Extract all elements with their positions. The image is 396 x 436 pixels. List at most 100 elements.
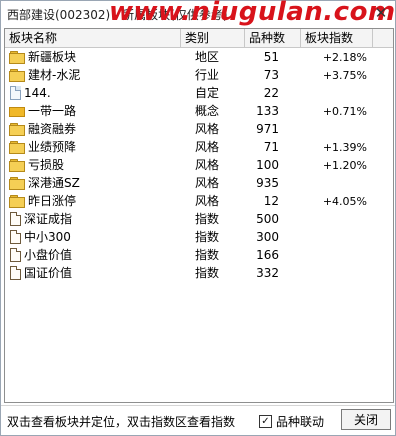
stock-count: 22 [263, 86, 279, 100]
linkage-label: 品种联动 [276, 415, 325, 429]
sector-name: 昨日涨停 [28, 194, 77, 208]
linkage-checkbox[interactable]: ✓ [259, 415, 272, 428]
sector-name: 一带一路 [28, 104, 77, 118]
status-bar: 双击查看板块并定位，双击指数区查看指数 ✓ 品种联动 关闭 [1, 405, 395, 434]
file-icon [9, 85, 21, 100]
sector-type: 指数 [195, 248, 220, 262]
doc-icon [9, 229, 21, 244]
sector-name: 144. [24, 86, 51, 100]
table-row[interactable]: 深港通SZ 风格 935 [5, 175, 393, 192]
sector-name: 深港通SZ [28, 176, 80, 190]
column-header-type[interactable]: 类别 [181, 29, 245, 47]
close-icon[interactable]: ✕ [371, 3, 391, 23]
sector-table: 板块名称 类别 品种数 板块指数 新疆板块 地区 51 +2.18% 建材-水泥 行业 73… [4, 28, 394, 403]
folder-icon [9, 122, 25, 136]
watermark: www.niugulan.com [109, 0, 396, 27]
table-row[interactable]: 新疆板块 地区 51 +2.18% [5, 49, 393, 66]
folder-icon [9, 194, 25, 208]
cell-name: 亏损股 [9, 157, 189, 174]
column-header-name[interactable]: 板块名称 [5, 29, 181, 47]
sector-name: 中小300 [24, 230, 71, 244]
table-row[interactable]: 融资融券 风格 971 [5, 121, 393, 138]
table-row[interactable]: 建材-水泥 行业 73 +3.75% [5, 67, 393, 84]
table-row[interactable]: 一带一路 概念 133 +0.71% [5, 103, 393, 120]
index-change [305, 247, 367, 264]
cell-name: 小盘价值 [9, 247, 189, 264]
index-change [305, 211, 367, 228]
folder-flat-icon [9, 104, 25, 118]
doc-icon [9, 265, 21, 280]
cell-name: 业绩预降 [9, 139, 189, 156]
index-change: +2.18% [322, 51, 367, 64]
folder-icon [9, 50, 25, 64]
stock-count: 12 [263, 194, 279, 208]
sector-type: 指数 [195, 230, 220, 244]
table-row[interactable]: 亏损股 风格 100 +1.20% [5, 157, 393, 174]
stock-count: 500 [256, 212, 279, 226]
cell-name: 深港通SZ [9, 175, 189, 192]
sector-type: 指数 [195, 212, 220, 226]
column-header-index[interactable]: 板块指数 [301, 29, 373, 47]
hint-text: 双击查看板块并定位，双击指数区查看指数 [7, 415, 236, 429]
cell-name: 建材-水泥 [9, 67, 189, 84]
cell-name: 一带一路 [9, 103, 189, 120]
index-change [305, 85, 367, 102]
column-header-count[interactable]: 品种数 [245, 29, 301, 47]
table-row[interactable]: 业绩预降 风格 71 +1.39% [5, 139, 393, 156]
close-button[interactable]: 关闭 [341, 409, 391, 430]
stock-count: 166 [256, 248, 279, 262]
index-change: +4.05% [322, 195, 367, 208]
stock-count: 935 [256, 176, 279, 190]
sector-name: 国证价值 [24, 266, 73, 280]
index-change [305, 175, 367, 192]
sector-type: 行业 [195, 68, 220, 82]
table-row[interactable]: 国证价值 指数 332 [5, 265, 393, 282]
sector-type: 风格 [195, 122, 220, 136]
sector-type: 地区 [195, 50, 220, 64]
sector-type: 概念 [195, 104, 220, 118]
sector-name: 业绩预降 [28, 140, 77, 154]
index-change: +1.20% [322, 159, 367, 172]
cell-name: 中小300 [9, 229, 189, 246]
folder-icon [9, 176, 25, 190]
index-change [305, 121, 367, 138]
cell-name: 144. [9, 85, 189, 102]
sector-name: 新疆板块 [28, 50, 77, 64]
doc-icon [9, 211, 21, 226]
index-change: +0.71% [322, 105, 367, 118]
stock-count: 71 [263, 140, 279, 154]
dialog-window: 西部建设(002302) - 所属板块(仅供参考) www.niugulan.c… [0, 0, 396, 436]
linkage-toggle[interactable]: ✓ 品种联动 [259, 413, 324, 430]
table-row[interactable]: 昨日涨停 风格 12 +4.05% [5, 193, 393, 210]
title-bar: 西部建设(002302) - 所属板块(仅供参考) www.niugulan.c… [1, 0, 396, 27]
sector-name: 融资融券 [28, 122, 77, 136]
stock-count: 73 [263, 68, 279, 82]
index-change [305, 229, 367, 246]
sector-type: 风格 [195, 176, 220, 190]
sector-name: 小盘价值 [24, 248, 73, 262]
sector-type: 风格 [195, 194, 220, 208]
index-change: +3.75% [322, 69, 367, 82]
sector-type: 风格 [195, 158, 220, 172]
cell-name: 昨日涨停 [9, 193, 189, 210]
stock-count: 51 [263, 50, 279, 64]
folder-icon [9, 140, 25, 154]
index-change: +1.39% [322, 141, 367, 154]
cell-name: 国证价值 [9, 265, 189, 282]
sector-name: 建材-水泥 [28, 68, 81, 82]
table-row[interactable]: 深证成指 指数 500 [5, 211, 393, 228]
table-row[interactable]: 144. 自定 22 [5, 85, 393, 102]
folder-icon [9, 68, 25, 82]
stock-count: 971 [256, 122, 279, 136]
sector-type: 风格 [195, 140, 220, 154]
stock-count: 300 [256, 230, 279, 244]
sector-name: 深证成指 [24, 212, 73, 226]
sector-name: 亏损股 [28, 158, 65, 172]
stock-count: 133 [256, 104, 279, 118]
sector-type: 指数 [195, 266, 220, 280]
table-row[interactable]: 中小300 指数 300 [5, 229, 393, 246]
cell-name: 融资融券 [9, 121, 189, 138]
stock-count: 100 [256, 158, 279, 172]
sector-type: 自定 [195, 86, 220, 100]
table-row[interactable]: 小盘价值 指数 166 [5, 247, 393, 264]
